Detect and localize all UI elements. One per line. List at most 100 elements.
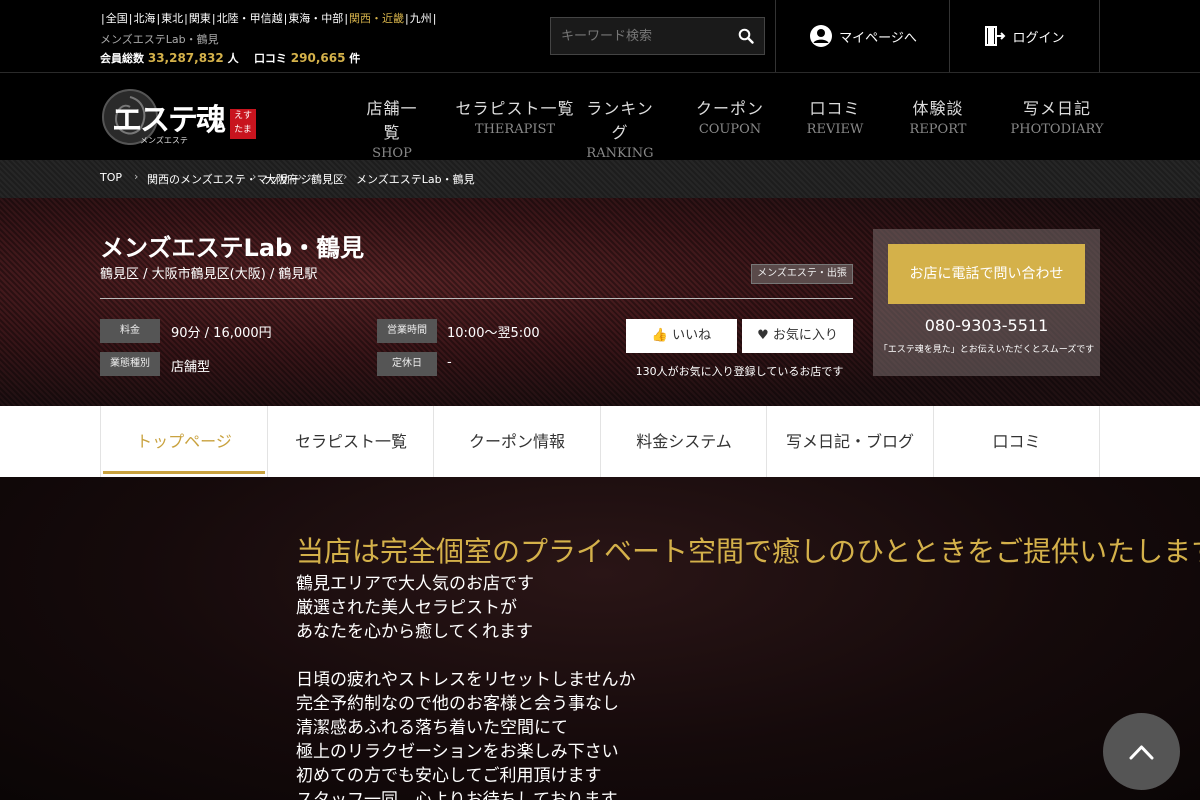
site-counts: 会員総数 33,287,832 人 口コミ 290,665 件 xyxy=(100,50,360,66)
search-icon[interactable] xyxy=(738,28,754,44)
reviews-unit: 件 xyxy=(349,52,361,65)
nav-sublabel: THERAPIST xyxy=(474,122,556,137)
area-link[interactable]: 関東 xyxy=(189,10,211,26)
chevron-up-icon xyxy=(1129,745,1154,760)
shop-tabs: トップページ セラピスト一覧 クーポン情報 料金システム 写メ日記・ブログ 口コ… xyxy=(0,406,1200,477)
like-button[interactable]: 👍 いいね xyxy=(626,319,737,353)
nav-therapist[interactable]: セラピスト一覧 THERAPIST xyxy=(455,95,575,137)
nav-photodiary[interactable]: 写メ日記 PHOTODIARY xyxy=(1010,95,1104,137)
tab-price[interactable]: 料金システム xyxy=(600,406,767,477)
area-link[interactable]: 北海 xyxy=(133,10,155,26)
intro-line: スタッフ一同、心よりお待ちしております xyxy=(296,790,618,800)
search-input[interactable] xyxy=(551,18,726,54)
intro-line: 初めての方でも安心してご利用頂けます xyxy=(296,766,602,786)
area-links: |全国|北海|東北|関東|北陸・甲信越|東海・中部|関西・近畿|九州| xyxy=(101,10,437,26)
intro-line: 清潔感あふれる落ち着いた空間にて xyxy=(296,718,568,738)
area-link[interactable]: 北陸・甲信越 xyxy=(217,10,283,26)
shop-category-tag: メンズエステ・出張 xyxy=(751,264,853,284)
holiday-label: 定休日 xyxy=(377,352,437,376)
door-login-icon xyxy=(985,26,1006,46)
tab-therapists[interactable]: セラピスト一覧 xyxy=(267,406,434,477)
area-link[interactable]: 東海・中部 xyxy=(288,10,343,26)
intro-line xyxy=(296,644,636,668)
call-shop-button[interactable]: お店に電話で問い合わせ xyxy=(888,244,1085,304)
nav-label: セラピスト一覧 xyxy=(455,99,575,118)
shop-intro: 当店は完全個室のプライベート空間で癒しのひとときをご提供いたします 鶴見エリアで… xyxy=(0,477,1200,800)
thumbs-up-icon: 👍 xyxy=(651,328,669,343)
intro-line: 完全予約制なので他のお客様と会う事なし xyxy=(296,694,619,714)
phone-number[interactable]: 080-9303-5511 xyxy=(873,316,1100,335)
nav-sublabel: COUPON xyxy=(698,122,762,137)
breadcrumb: TOP › 関西のメンズエステ・マッサージ › 大阪府 › 鶴見区 › メンズエ… xyxy=(0,160,1200,198)
search-box xyxy=(550,17,765,55)
intro-line: 厳選された美人セラピストが xyxy=(296,598,517,618)
price-value: 90分 / 16,000円 xyxy=(171,326,272,341)
heart-icon: ♥ xyxy=(757,328,769,343)
nav-label: 店舗一覧 xyxy=(366,99,418,142)
breadcrumb-item[interactable]: 鶴見区 xyxy=(311,171,344,187)
shop-header: メンズエステLab・鶴見 鶴見区 / 大阪市鶴見区(大阪) / 鶴見駅 メンズエ… xyxy=(0,198,1200,406)
intro-line: 極上のリラクゼーションをお楽しみ下さい xyxy=(296,742,619,762)
favorite-label: お気に入り xyxy=(772,328,838,343)
divider xyxy=(100,298,853,299)
logo-subtext: メンズエステ xyxy=(140,136,188,145)
nav-report[interactable]: 体験談 REPORT xyxy=(902,95,974,137)
nav-label: クーポン xyxy=(695,99,764,118)
chevron-right-icon: › xyxy=(252,170,257,183)
login-button[interactable]: ログイン xyxy=(949,0,1100,72)
breadcrumb-current: メンズエステLab・鶴見 xyxy=(356,173,475,186)
shop-subtitle: メンズエステLab・鶴見 xyxy=(100,33,219,46)
contact-note: 「エステ魂を見た」とお伝えいただくとスムーズです xyxy=(878,345,1095,355)
like-label: いいね xyxy=(672,328,712,343)
area-link[interactable]: 九州 xyxy=(410,10,432,26)
nav-sublabel: REPORT xyxy=(909,122,967,137)
intro-line: あなたを心から癒してくれます xyxy=(296,622,533,642)
main-nav: エステ魂 メンズエステ えすたま 店舗一覧 SHOP セラピスト一覧 THERA… xyxy=(0,73,1200,161)
area-link-active[interactable]: 関西・近畿 xyxy=(349,10,404,26)
area-link[interactable]: 東北 xyxy=(161,10,183,26)
tab-review[interactable]: 口コミ xyxy=(933,406,1100,477)
mypage-button[interactable]: マイページへ xyxy=(775,0,950,72)
tab-top[interactable]: トップページ xyxy=(100,406,267,477)
members-label: 会員総数 xyxy=(100,52,144,65)
nav-sublabel: PHOTODIARY xyxy=(1010,122,1104,137)
reviews-label: 口コミ xyxy=(253,52,287,65)
top-bar: |全国|北海|東北|関東|北陸・甲信越|東海・中部|関西・近畿|九州| メンズエ… xyxy=(0,0,1200,73)
type-label: 業態種別 xyxy=(100,352,160,376)
nav-sublabel: REVIEW xyxy=(806,122,864,137)
logo-badge: えすたま xyxy=(230,109,256,139)
price-label: 料金 xyxy=(100,319,160,343)
favorite-count-note: 130人がお気に入り登録しているお店です xyxy=(635,365,844,378)
back-to-top-button[interactable] xyxy=(1103,713,1180,790)
user-icon xyxy=(810,25,833,47)
members-count: 33,287,832 xyxy=(147,51,224,65)
intro-line: 日頃の疲れやストレスをリセットしませんか xyxy=(296,670,636,690)
breadcrumb-item[interactable]: 大阪府 xyxy=(265,171,298,187)
reviews-count: 290,665 xyxy=(290,51,346,65)
site-logo[interactable]: エステ魂 メンズエステ えすたま xyxy=(100,85,260,149)
intro-line: 鶴見エリアで大人気のお店です xyxy=(296,574,534,594)
area-link[interactable]: 全国 xyxy=(106,10,128,26)
nav-coupon[interactable]: クーポン COUPON xyxy=(695,95,765,137)
logo-text: エステ魂 xyxy=(112,103,226,138)
nav-shop[interactable]: 店舗一覧 SHOP xyxy=(362,95,422,161)
favorite-button[interactable]: ♥ お気に入り xyxy=(742,319,853,353)
nav-review[interactable]: 口コミ REVIEW xyxy=(800,95,870,137)
holiday-value: - xyxy=(447,355,452,370)
chevron-right-icon: › xyxy=(298,170,303,183)
nav-label: ランキング xyxy=(586,99,654,142)
nav-label: 写メ日記 xyxy=(1022,99,1091,118)
intro-title: 当店は完全個室のプライベート空間で癒しのひとときをご提供いたします xyxy=(296,535,1200,568)
tab-coupon[interactable]: クーポン情報 xyxy=(433,406,600,477)
nav-sublabel: SHOP xyxy=(372,146,412,161)
breadcrumb-item[interactable]: TOP xyxy=(100,171,122,184)
shop-title: メンズエステLab・鶴見 xyxy=(100,234,365,262)
tab-diary[interactable]: 写メ日記・ブログ xyxy=(766,406,933,477)
hours-label: 営業時間 xyxy=(377,319,437,343)
type-value: 店舗型 xyxy=(171,360,211,375)
shop-location: 鶴見区 / 大阪市鶴見区(大阪) / 鶴見駅 xyxy=(100,267,318,282)
nav-label: 体験談 xyxy=(912,99,964,118)
chevron-right-icon: › xyxy=(343,170,348,183)
login-label: ログイン xyxy=(1012,30,1065,46)
nav-ranking[interactable]: ランキング RANKING xyxy=(580,95,660,161)
